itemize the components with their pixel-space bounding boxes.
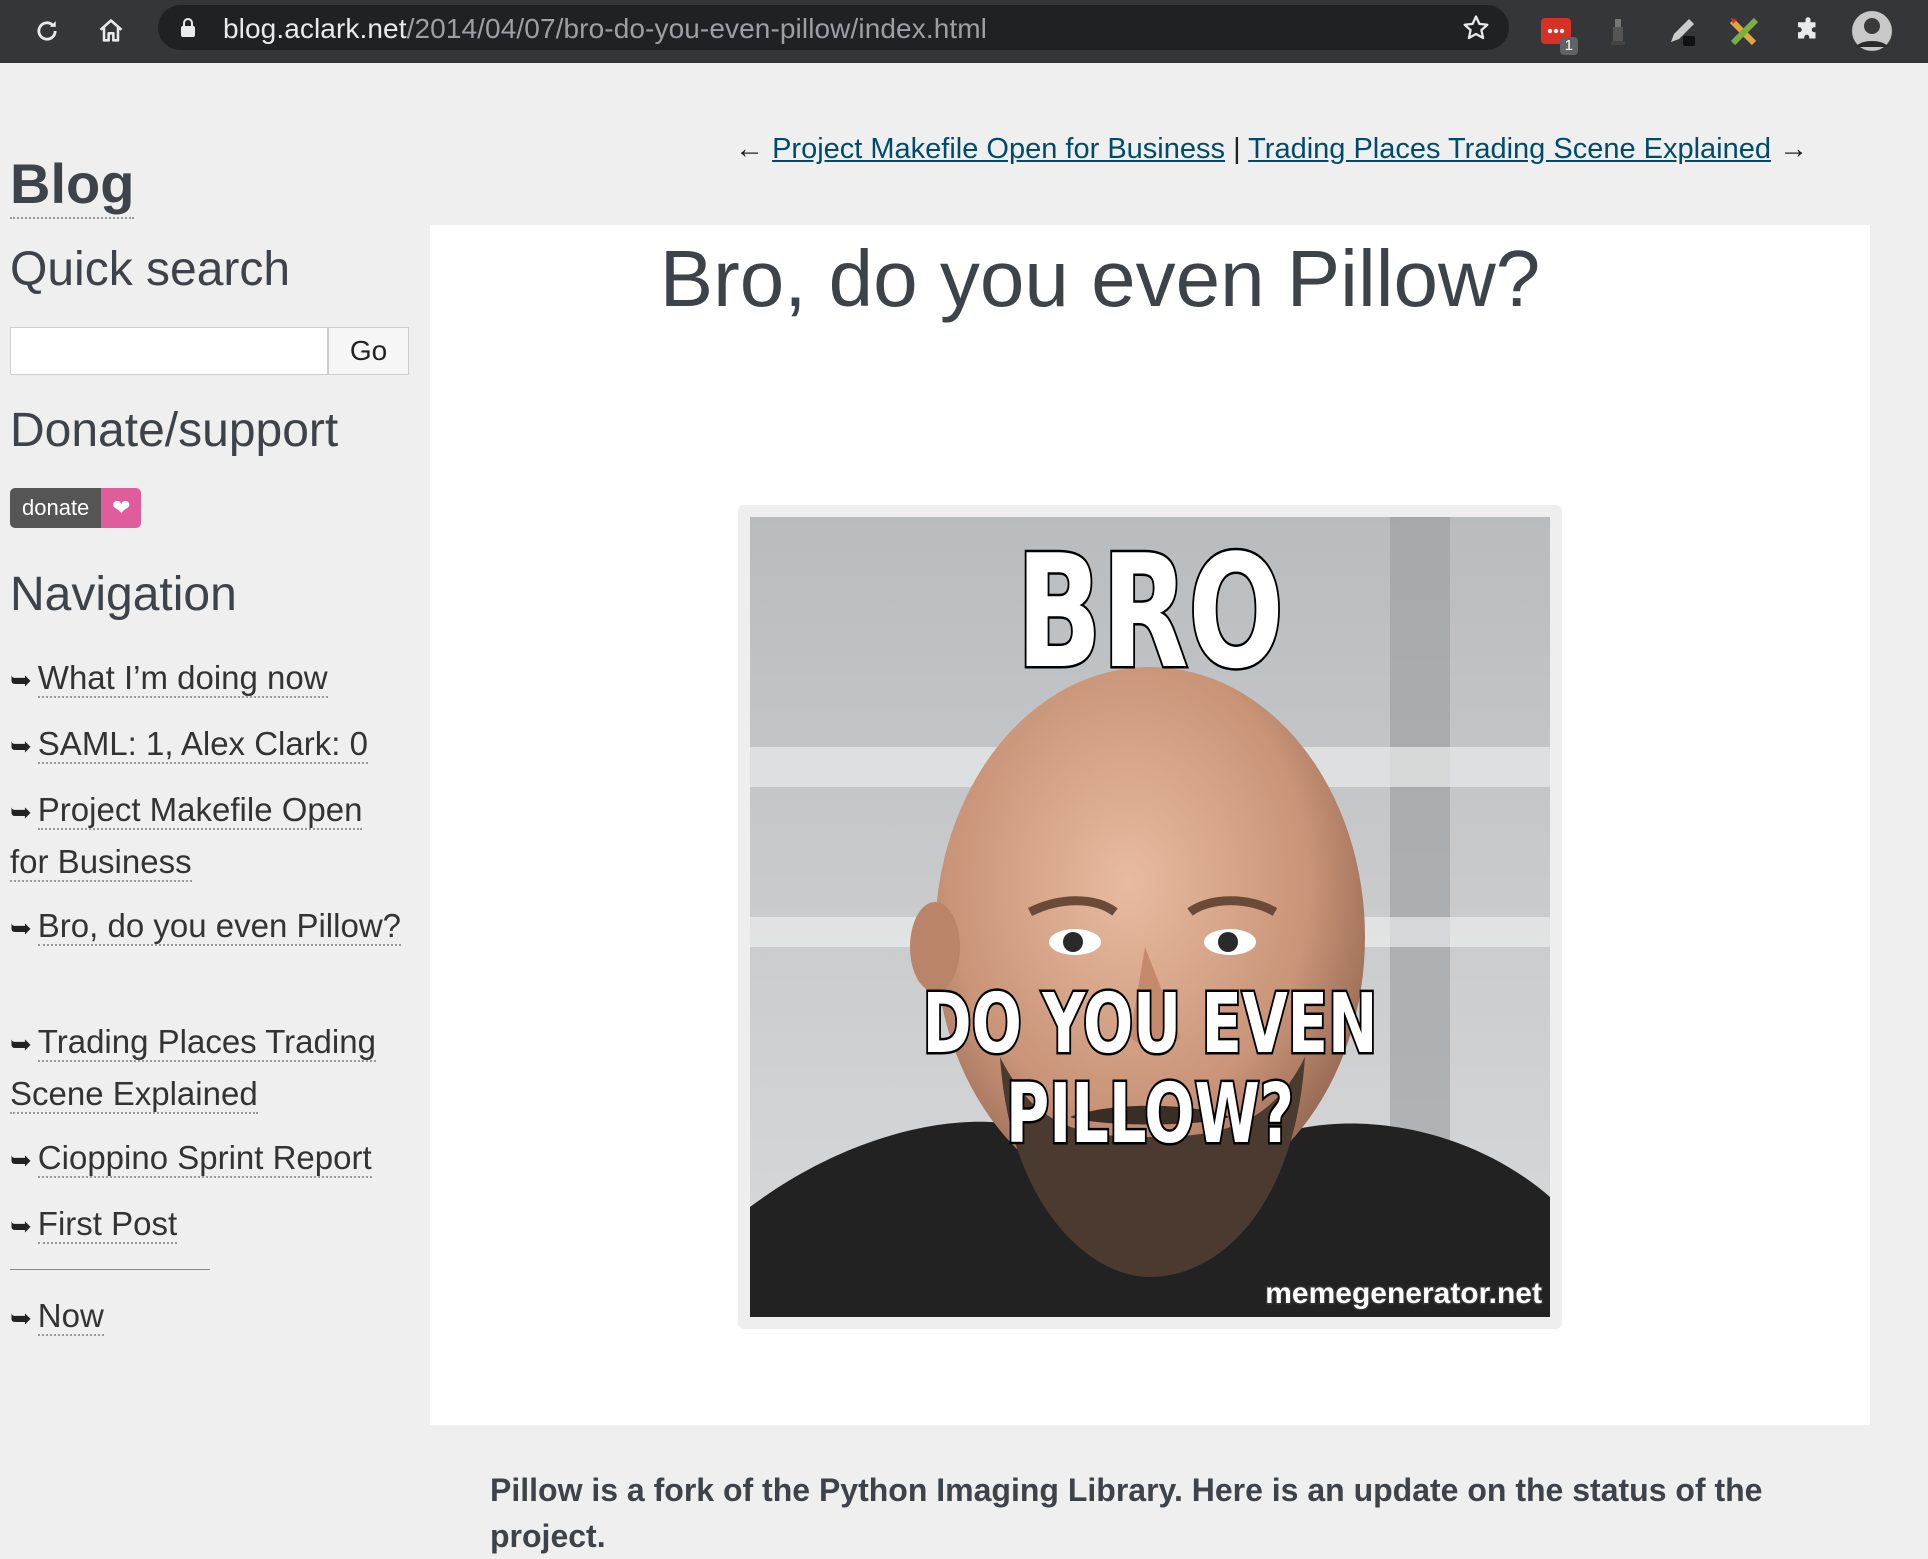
extension-chess-icon[interactable] [1596,9,1640,53]
search-go-button[interactable]: Go [328,327,409,375]
extension-red-icon[interactable]: 1 [1534,9,1578,55]
arrow-icon: ➥ [10,731,32,761]
bookmark-star-icon[interactable] [1461,13,1491,48]
arrow-icon: ➥ [10,913,32,943]
arrow-icon: ➥ [10,1145,32,1175]
quick-search-heading: Quick search [10,243,291,296]
arrow-icon: ➥ [10,1029,32,1059]
meme-top-text: BRO [1014,520,1285,705]
arrow-icon: ➥ [10,1211,32,1241]
extension-pen-icon[interactable] [1660,9,1704,53]
arrow-icon: ➥ [10,1303,32,1333]
profile-avatar[interactable] [1850,9,1894,53]
prev-next-navigation: ← Project Makefile Open for Business | T… [735,133,1808,166]
browser-toolbar: blog.aclark.net/2014/04/07/bro-do-you-ev… [0,0,1928,63]
nav-item[interactable]: ➥ SAML: 1, Alex Clark: 0 [10,719,410,771]
reload-icon[interactable] [24,8,70,54]
meme-bottom-text-line-1: DO YOU EVEN [921,975,1379,1075]
donate-button[interactable]: donate ❤ [10,488,142,528]
right-arrow-icon: → [1779,133,1809,165]
blog-title-link[interactable]: Blog [10,153,135,219]
arrow-icon: ➥ [10,797,32,827]
page: Blog Quick search Go Donate/support dona… [0,63,1928,1554]
search-input[interactable] [10,327,328,375]
extension-badge: 1 [1559,37,1578,55]
nav-item[interactable]: ➥ Trading Places Trading Scene Explained [10,1017,410,1119]
donate-heading: Donate/support [10,404,339,457]
nav-item-label[interactable]: Trading Places Trading Scene Explained [10,1023,376,1114]
nav-item-label[interactable]: Cioppino Sprint Report [37,1139,372,1178]
next-post-link[interactable]: Trading Places Trading Scene Explained [1248,133,1771,165]
nav-item[interactable]: ➥ Now [10,1291,410,1343]
heart-icon: ❤ [101,488,142,528]
post-intro-paragraph: Pillow is a fork of the Python Imaging L… [490,1472,1763,1554]
meme-bottom-text-line-2: PILLOW? [1004,1065,1296,1165]
extension-cross-tools-icon[interactable] [1722,9,1766,53]
nav-item[interactable]: ➥ Cioppino Sprint Report [10,1133,410,1185]
nav-item[interactable]: ➥ Bro, do you even Pillow? [10,901,410,953]
left-arrow-icon: ← [735,133,764,165]
nav-item-label[interactable]: Project Makefile Open for Business [10,791,363,882]
nav-item-label[interactable]: What I’m doing now [37,659,328,698]
home-icon[interactable] [88,8,134,54]
nav-divider [10,1269,210,1270]
nav-item-label[interactable]: Bro, do you even Pillow? [37,907,402,946]
url-text: blog.aclark.net/2014/04/07/bro-do-you-ev… [223,13,987,44]
nav-item-label[interactable]: Now [37,1297,104,1336]
nav-item-label[interactable]: First Post [37,1205,178,1244]
post-content: Bro, do you even Pillow? BRO DO YOU EVEN… [430,225,1870,1554]
nav-item-label[interactable]: SAML: 1, Alex Clark: 0 [37,725,368,764]
navigation-heading: Navigation [10,568,237,621]
prevnext-separator: | [1233,133,1241,165]
arrow-icon: ➥ [10,665,32,695]
meme-image: BRO DO YOU EVEN PILLOW? memegenerator.ne… [750,517,1550,1317]
meme-watermark: memegenerator.net [1264,1276,1544,1312]
address-bar[interactable]: blog.aclark.net/2014/04/07/bro-do-you-ev… [158,5,1509,50]
nav-item[interactable]: ➥ Project Makefile Open for Business [10,785,410,887]
meme-image-frame: BRO DO YOU EVEN PILLOW? memegenerator.ne… [738,505,1562,1329]
lock-icon [180,18,196,43]
nav-item[interactable]: ➥ What I’m doing now [10,653,410,705]
nav-item[interactable]: ➥ First Post [10,1199,410,1251]
post-title: Bro, do you even Pillow? [659,234,1541,323]
donate-label: donate [10,488,102,528]
prev-post-link[interactable]: Project Makefile Open for Business [772,133,1225,165]
extensions-puzzle-icon[interactable] [1786,9,1830,53]
